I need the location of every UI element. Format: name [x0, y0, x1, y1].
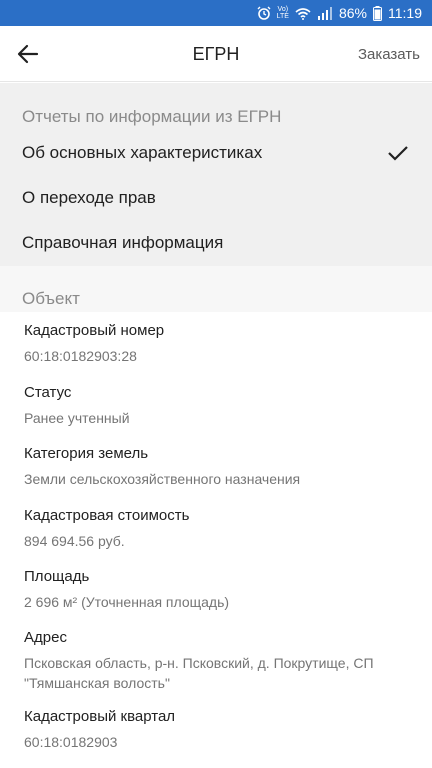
- reports-section-title: Отчеты по информации из ЕГРН: [22, 107, 282, 126]
- field-value-address-line1: Псковская область, р-н. Псковский, д. По…: [24, 655, 374, 671]
- field-label-cadastral-number: Кадастровый номер: [24, 322, 165, 339]
- field-value-cadastral-number: 60:18:0182903:28: [24, 348, 137, 364]
- report-item-label: Об основных характеристиках: [22, 143, 263, 162]
- field-label-address: Адрес: [24, 629, 67, 646]
- field-label-cadastral-value: Кадастровая стоимость: [24, 507, 190, 524]
- app-bar: ЕГРН Заказать: [0, 26, 432, 82]
- field-value-status: Ранее учтенный: [24, 410, 130, 426]
- clock: 11:19: [388, 5, 422, 21]
- field-value-cadastral-quarter: 60:18:0182903: [24, 734, 118, 750]
- status-bar: Vo) LTE 86% 11:19: [0, 0, 432, 26]
- alarm-icon: [257, 6, 271, 20]
- order-button[interactable]: Заказать: [358, 26, 420, 82]
- report-item-label: Справочная информация: [22, 233, 224, 252]
- object-section-title: Объект: [22, 289, 80, 308]
- battery-percent: 86%: [338, 5, 367, 21]
- signal-icon: [317, 6, 333, 20]
- check-icon: [388, 146, 408, 161]
- report-item-label: О переходе прав: [22, 188, 156, 207]
- field-value-area: 2 696 м² (Уточненная площадь): [24, 594, 230, 610]
- report-item-basic[interactable]: Об основных характеристиках: [0, 131, 432, 175]
- field-value-land-category: Земли сельскохозяйственного назначения: [24, 471, 301, 487]
- battery-icon: [373, 5, 382, 21]
- report-item-reference[interactable]: Справочная информация: [0, 221, 432, 265]
- field-label-area: Площадь: [24, 568, 90, 585]
- wifi-icon: [295, 7, 311, 20]
- field-label-cadastral-quarter: Кадастровый квартал: [24, 708, 176, 725]
- report-item-transfer[interactable]: О переходе прав: [0, 176, 432, 220]
- field-value-cadastral-value: 894 694.56 руб.: [24, 533, 125, 549]
- arrow-left-icon: [17, 44, 39, 64]
- back-button[interactable]: [12, 38, 44, 70]
- field-value-address-line2: "Тямшанская волость": [24, 675, 170, 691]
- field-label-land-category: Категория земель: [24, 445, 149, 462]
- field-label-status: Статус: [24, 384, 72, 401]
- volte-icon: Vo) LTE: [276, 6, 289, 20]
